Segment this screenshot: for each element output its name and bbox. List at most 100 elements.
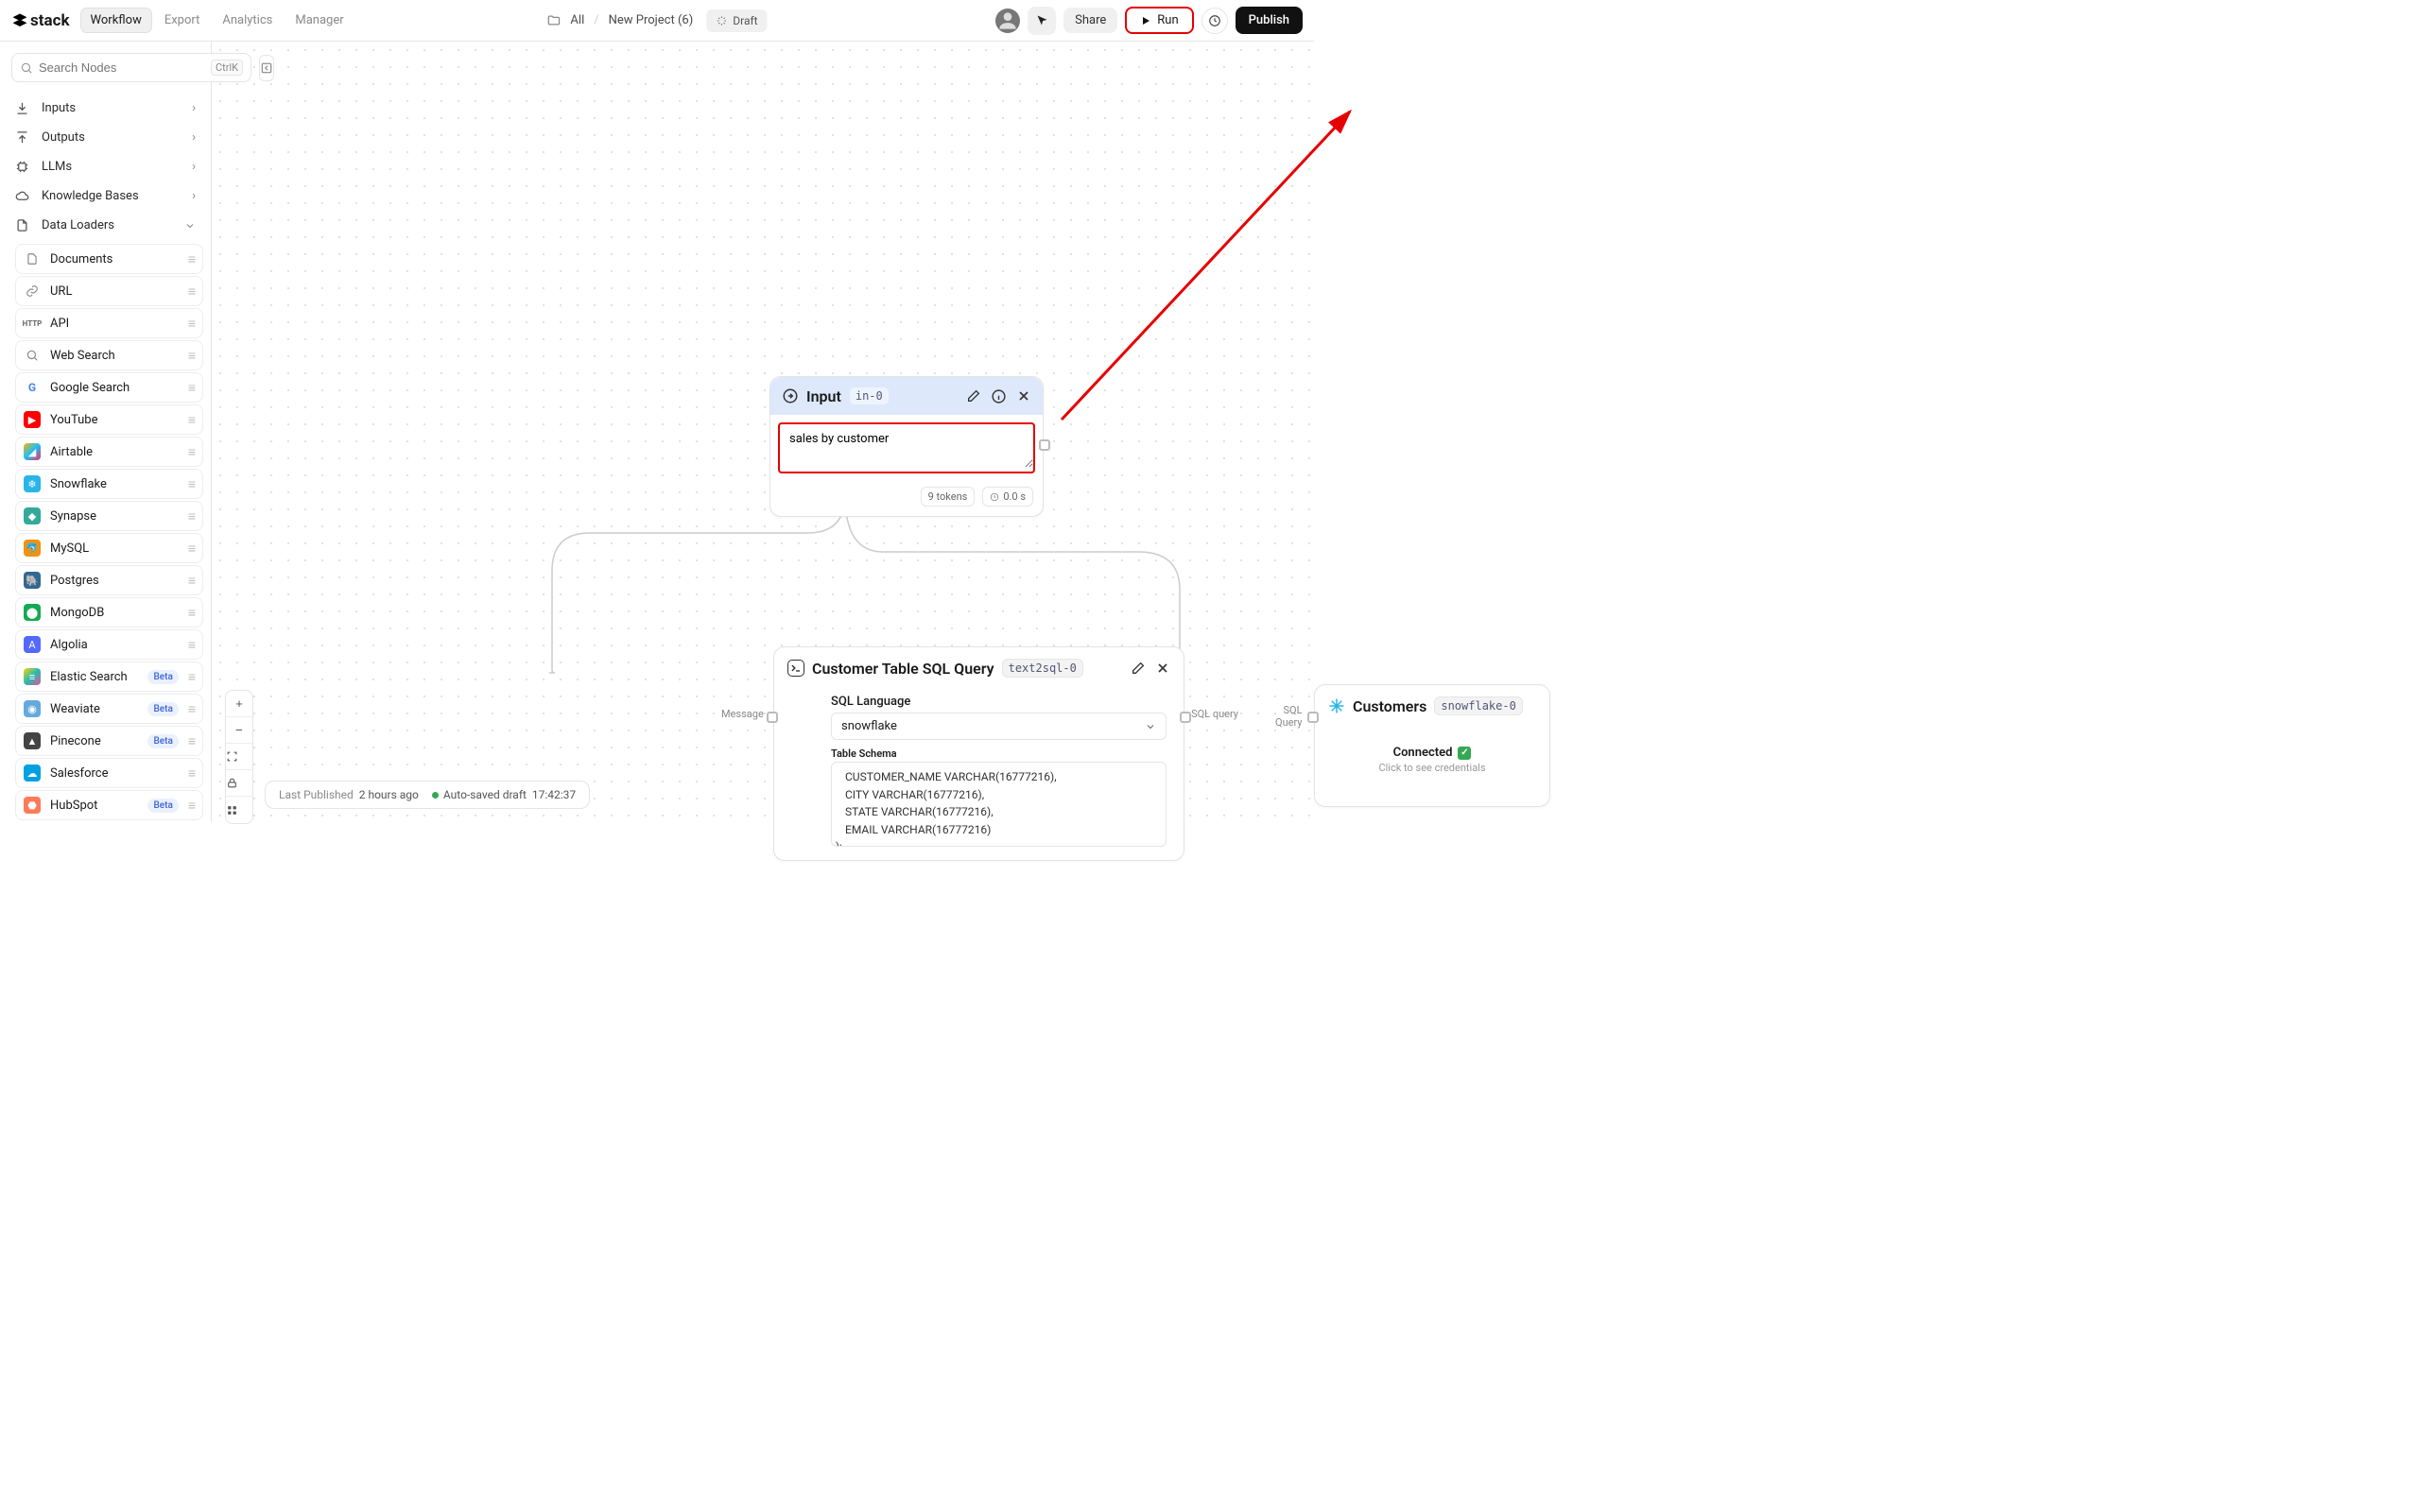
loader-item-alg[interactable]: AAlgolia≡: [15, 629, 203, 660]
zoom-in-button[interactable]: +: [226, 691, 252, 717]
cat-knowledge-bases[interactable]: Knowledge Bases›: [6, 181, 205, 211]
drag-handle-icon[interactable]: ≡: [188, 412, 195, 428]
layout-button[interactable]: [226, 797, 252, 823]
input-port[interactable]: [1307, 712, 1319, 723]
drag-handle-icon[interactable]: ≡: [188, 444, 195, 460]
collapse-sidebar-button[interactable]: [259, 55, 274, 81]
doc-icon: [24, 250, 41, 267]
connected-label: Connected: [1393, 746, 1453, 760]
zoom-out-button[interactable]: −: [226, 717, 252, 744]
loader-item-weav[interactable]: ◉WeaviateBeta≡: [15, 694, 203, 724]
node-title: Customers: [1353, 697, 1426, 715]
input-port[interactable]: [767, 712, 778, 723]
drag-handle-icon[interactable]: ≡: [188, 669, 195, 685]
info-icon[interactable]: [991, 388, 1007, 404]
drag-handle-icon[interactable]: ≡: [188, 508, 195, 524]
schema-box[interactable]: CUSTOMER_NAME VARCHAR(16777216),CITY VAR…: [831, 762, 1167, 847]
loader-item-my[interactable]: 🐬MySQL≡: [15, 533, 203, 563]
pg-icon: 🐘: [24, 572, 41, 589]
loader-item-pg[interactable]: 🐘Postgres≡: [15, 565, 203, 595]
customers-node[interactable]: Customers snowflake-0 Connected✓ Click t…: [1314, 684, 1550, 807]
loader-item-syn[interactable]: ◆Synapse≡: [15, 501, 203, 531]
cat-inputs[interactable]: Inputs›: [6, 94, 205, 123]
edit-icon[interactable]: [966, 388, 981, 404]
lock-button[interactable]: [226, 770, 252, 797]
drag-handle-icon[interactable]: ≡: [188, 284, 195, 300]
drag-handle-icon[interactable]: ≡: [188, 637, 195, 653]
loader-item-sf[interactable]: ☁Salesforce≡: [15, 758, 203, 788]
run-button[interactable]: Run: [1125, 7, 1193, 34]
close-icon[interactable]: [1016, 388, 1031, 404]
drag-handle-icon[interactable]: ≡: [188, 348, 195, 364]
loader-item-url[interactable]: URL≡: [15, 276, 203, 306]
loader-item-pine[interactable]: ▲PineconeBeta≡: [15, 726, 203, 756]
terminal-icon: [787, 660, 804, 677]
loader-item-doc[interactable]: Documents≡: [15, 244, 203, 274]
tab-manager[interactable]: Manager: [285, 9, 353, 32]
search-box[interactable]: CtrlK: [11, 53, 251, 82]
drag-handle-icon[interactable]: ≡: [188, 701, 195, 717]
cursor-mode-button[interactable]: [1028, 7, 1056, 35]
drag-handle-icon[interactable]: ≡: [188, 316, 195, 332]
logo: stack: [11, 11, 70, 30]
url-icon: [24, 283, 41, 300]
tab-analytics[interactable]: Analytics: [213, 9, 282, 32]
breadcrumb-project[interactable]: New Project (6): [609, 13, 694, 27]
published-value: 2 hours ago: [359, 788, 419, 801]
tab-workflow[interactable]: Workflow: [81, 9, 151, 32]
connection-status[interactable]: Connected✓ Click to see credentials: [1328, 746, 1536, 774]
share-button[interactable]: Share: [1063, 8, 1117, 33]
published-prefix: Last Published: [279, 788, 354, 801]
loader-item-air[interactable]: ◢Airtable≡: [15, 437, 203, 467]
hs-icon: ⬣: [24, 797, 41, 814]
draft-pill[interactable]: Draft: [706, 9, 767, 32]
history-button[interactable]: [1201, 8, 1228, 34]
edit-icon[interactable]: [1131, 661, 1146, 676]
search-input[interactable]: [39, 60, 205, 75]
drag-handle-icon[interactable]: ≡: [188, 733, 195, 749]
publish-button[interactable]: Publish: [1236, 7, 1303, 34]
input-textarea[interactable]: [780, 424, 1033, 468]
loader-item-http[interactable]: HTTPAPI≡: [15, 308, 203, 338]
drag-handle-icon[interactable]: ≡: [188, 476, 195, 492]
close-icon[interactable]: [1155, 661, 1170, 676]
drag-handle-icon[interactable]: ≡: [188, 541, 195, 557]
input-field: [778, 422, 1035, 473]
data-loader-items: Documents≡URL≡HTTPAPI≡Web Search≡GGoogle…: [6, 240, 205, 822]
breadcrumb-folder[interactable]: All: [570, 13, 584, 27]
drag-handle-icon[interactable]: ≡: [188, 605, 195, 621]
search-shortcut: CtrlK: [211, 60, 243, 76]
chevron-right-icon: ›: [192, 189, 196, 203]
input-node[interactable]: Input in-0 9 tokens 0.0 s: [769, 376, 1044, 517]
sql-lang-select[interactable]: snowflake: [831, 713, 1167, 740]
output-port[interactable]: [1039, 439, 1050, 451]
nav-tabs: Workflow Export Analytics Manager: [81, 9, 354, 32]
breadcrumb-sep: /: [594, 13, 598, 27]
drag-handle-icon[interactable]: ≡: [188, 380, 195, 396]
canvas[interactable]: Input in-0 9 tokens 0.0 s Customer Table…: [212, 42, 1314, 822]
drag-handle-icon[interactable]: ≡: [188, 251, 195, 267]
loader-item-es[interactable]: ≡Elastic SearchBeta≡: [15, 662, 203, 692]
syn-icon: ◆: [24, 507, 41, 524]
loader-item-search[interactable]: Web Search≡: [15, 340, 203, 370]
goog-icon: G: [24, 379, 41, 396]
fit-button[interactable]: [226, 744, 252, 770]
loader-item-snow[interactable]: ❄Snowflake≡: [15, 469, 203, 499]
sql-query-node[interactable]: Customer Table SQL Query text2sql-0 SQL …: [773, 646, 1184, 861]
cat-data-loaders[interactable]: Data Loaders: [6, 211, 205, 240]
loader-item-mongo[interactable]: ⬤MongoDB≡: [15, 597, 203, 627]
node-id: in-0: [849, 387, 890, 405]
avatar[interactable]: [995, 9, 1020, 33]
tab-export[interactable]: Export: [155, 9, 210, 32]
drag-handle-icon[interactable]: ≡: [188, 798, 195, 814]
output-port[interactable]: [1180, 712, 1191, 723]
drag-handle-icon[interactable]: ≡: [188, 573, 195, 589]
cat-llms[interactable]: LLMs›: [6, 152, 205, 181]
drag-handle-icon[interactable]: ≡: [188, 765, 195, 782]
cat-outputs[interactable]: Outputs›: [6, 123, 205, 152]
loader-item-yt[interactable]: ▶YouTube≡: [15, 404, 203, 435]
zoom-controls: + −: [225, 690, 253, 824]
loader-item-goog[interactable]: GGoogle Search≡: [15, 372, 203, 403]
loader-item-hs[interactable]: ⬣HubSpotBeta≡: [15, 790, 203, 820]
autosave-label: Auto-saved draft: [443, 788, 527, 801]
